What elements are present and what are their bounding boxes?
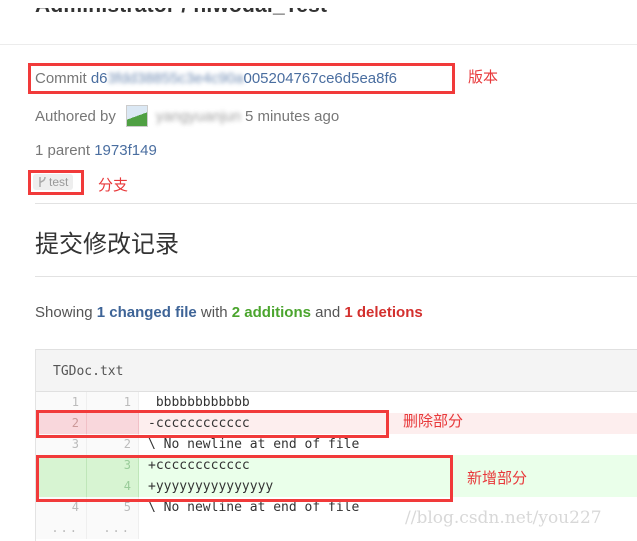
stats-with: with: [200, 304, 228, 321]
annotation-added: 新增部分: [467, 469, 528, 487]
annotation-box-version: [28, 63, 455, 94]
author-name[interactable]: yangyuanjun: [156, 108, 241, 125]
annotation-version: 版本: [468, 68, 499, 86]
commit-time: 5 minutes ago: [244, 107, 340, 125]
annotation-branch: 分支: [98, 176, 129, 194]
watermark: //blog.csdn.net/you227: [405, 508, 602, 528]
deletions-count: 1 deletions: [344, 304, 423, 321]
stats-and: and: [315, 304, 341, 321]
parent-info: 1 parent 1973f149: [35, 142, 157, 159]
divider: [35, 203, 637, 204]
annotation-box-branch: [28, 170, 84, 195]
changed-files-link[interactable]: 1 changed file: [97, 304, 197, 321]
file-header[interactable]: TGDoc.txt: [36, 349, 637, 392]
parent-label: 1 parent: [35, 142, 91, 159]
divider: [35, 276, 637, 277]
additions-count: 2 additions: [231, 304, 311, 321]
old-line-number[interactable]: ...: [36, 518, 87, 539]
annotation-box-deleted: [36, 410, 389, 438]
authored-by-label: Authored by: [35, 107, 116, 125]
page-header: Administrator / niwodai_Test: [0, 0, 637, 45]
diff-stats: Showing 1 changed file with 2 additions …: [35, 304, 423, 321]
annotation-deleted: 删除部分: [403, 412, 464, 430]
annotation-box-added: [36, 455, 453, 502]
section-title: 提交修改记录: [35, 230, 179, 258]
author-info: Authored by yangyuanjun 5 minutes ago: [35, 105, 339, 127]
stats-prefix: Showing: [35, 304, 93, 321]
avatar[interactable]: [125, 105, 148, 127]
project-title[interactable]: Administrator / niwodai_Test: [35, 8, 327, 18]
new-line-number[interactable]: ...: [87, 518, 139, 539]
parent-hash-link[interactable]: 1973f149: [94, 142, 157, 159]
